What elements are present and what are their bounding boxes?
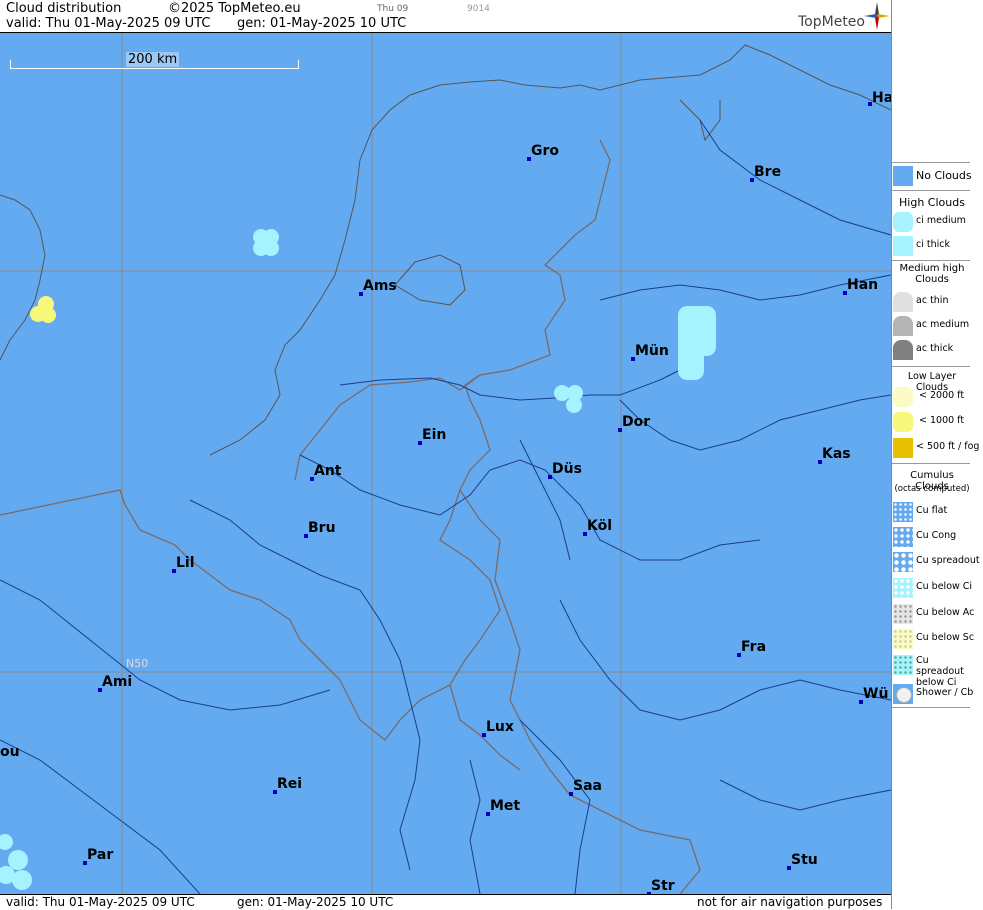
header-small-code: 9014: [467, 4, 490, 14]
city-marker: Fra: [737, 639, 766, 657]
city-marker: Par: [83, 847, 113, 865]
legend-item-shower-cb: Shower / Cb: [892, 683, 983, 707]
city-marker: Han: [843, 277, 878, 295]
city-marker: Dor: [618, 414, 650, 432]
cu-cong-swatch: [893, 527, 913, 547]
footer-generated-time: gen: 01-May-2025 10 UTC: [237, 895, 394, 909]
cu-spreadout-below-ci-swatch: [893, 655, 913, 675]
city-marker: Köl: [583, 518, 612, 536]
legend-item-low-500: < 500 ft / fog: [892, 437, 983, 461]
map-header: Cloud distribution ©2025 TopMeteo.eu val…: [0, 0, 891, 33]
city-marker: Ein: [418, 427, 446, 445]
legend-item-cu-cong: Cu Cong: [892, 526, 983, 550]
cu-spreadout-swatch: [893, 552, 913, 572]
legend-item-cu-below-sc: Cu below Sc: [892, 628, 983, 652]
map-footer: valid: Thu 01-May-2025 09 UTC gen: 01-Ma…: [0, 894, 891, 910]
scale-label: 200 km: [126, 52, 180, 67]
city-marker: Düs: [548, 461, 582, 479]
valid-time: valid: Thu 01-May-2025 09 UTC: [6, 16, 211, 31]
city-marker: Ami: [98, 674, 132, 692]
ac-thick-swatch: [893, 340, 913, 360]
legend-item-cu-spreadout: Cu spreadout: [892, 551, 983, 575]
legend-item-low-2000: < 2000 ft: [892, 386, 983, 410]
city-marker: Rei: [273, 776, 302, 794]
legend-item-cu-below-ci: Cu below Ci: [892, 577, 983, 601]
city-marker: Saa: [569, 778, 602, 796]
no-clouds-swatch: [893, 166, 913, 186]
legend-section-medium: Medium high Clouds: [899, 263, 965, 285]
copyright-text: ©2025 TopMeteo.eu: [168, 1, 301, 16]
city-marker: Ant: [310, 463, 342, 481]
generated-time: gen: 01-May-2025 10 UTC: [237, 16, 407, 31]
map-lines: [0, 33, 891, 894]
low-2000-swatch: [893, 387, 913, 407]
ac-medium-swatch: [893, 316, 913, 336]
low-1000-swatch: [893, 412, 913, 432]
cloud-patches: [0, 229, 716, 890]
legend-item-low-1000: < 1000 ft: [892, 411, 983, 435]
latitude-label: N50: [126, 657, 149, 670]
city-marker: Ams: [359, 278, 397, 296]
legend-item-cu-below-ac: Cu below Ac: [892, 603, 983, 627]
cu-below-ci-swatch: [893, 578, 913, 598]
legend-item-cu-flat: Cu flat: [892, 501, 983, 525]
city-marker: Wü: [859, 686, 888, 704]
city-marker: Bre: [750, 164, 781, 182]
city-marker: Lux: [482, 719, 514, 737]
city-marker: Str: [647, 878, 675, 894]
ci-thick-swatch: [893, 236, 913, 256]
footer-disclaimer: not for air navigation purposes: [697, 895, 883, 909]
low-500-swatch: [893, 438, 913, 458]
city-marker: Met: [486, 798, 520, 816]
city-marker: Gro: [527, 143, 559, 161]
city-marker: Ha: [868, 90, 891, 106]
compass-logo-icon: [864, 2, 890, 30]
city-marker: Bru: [304, 520, 336, 538]
legend-item-ac-thin: ac thin: [892, 291, 983, 315]
cu-below-ac-swatch: [893, 604, 913, 624]
brand-name: TopMeteo: [798, 14, 865, 30]
legend-octas-note: (octas computed): [894, 484, 970, 494]
city-marker: ou: [0, 744, 20, 760]
city-marker: Kas: [818, 446, 851, 464]
cloud-legend: No Clouds High Clouds ci medium ci thick…: [891, 0, 983, 909]
city-marker: Mün: [631, 343, 669, 361]
map-title: Cloud distribution: [6, 1, 122, 16]
cu-below-sc-swatch: [893, 629, 913, 649]
ci-medium-swatch: [893, 212, 913, 232]
legend-section-high: High Clouds: [899, 196, 965, 209]
city-marker: Stu: [787, 852, 818, 870]
cloud-map[interactable]: 200 km N50 Ha Gro Bre Ams Han Mün Dor Ei…: [0, 33, 891, 894]
legend-item-ac-medium: ac medium: [892, 315, 983, 339]
shower-cb-swatch: [893, 684, 913, 704]
legend-item-ci-thick: ci thick: [892, 235, 983, 259]
legend-item-no-clouds: No Clouds: [892, 165, 983, 189]
legend-item-ac-thick: ac thick: [892, 339, 983, 363]
footer-valid-time: valid: Thu 01-May-2025 09 UTC: [6, 895, 195, 909]
cu-flat-swatch: [893, 502, 913, 522]
ac-thin-swatch: [893, 292, 913, 312]
header-small-label: Thu 09: [377, 4, 409, 14]
city-marker: Lil: [172, 555, 195, 573]
legend-item-ci-medium: ci medium: [892, 211, 983, 235]
legend-item-cu-spreadout-below-ci: Cu spreadout below Ci: [892, 654, 983, 688]
